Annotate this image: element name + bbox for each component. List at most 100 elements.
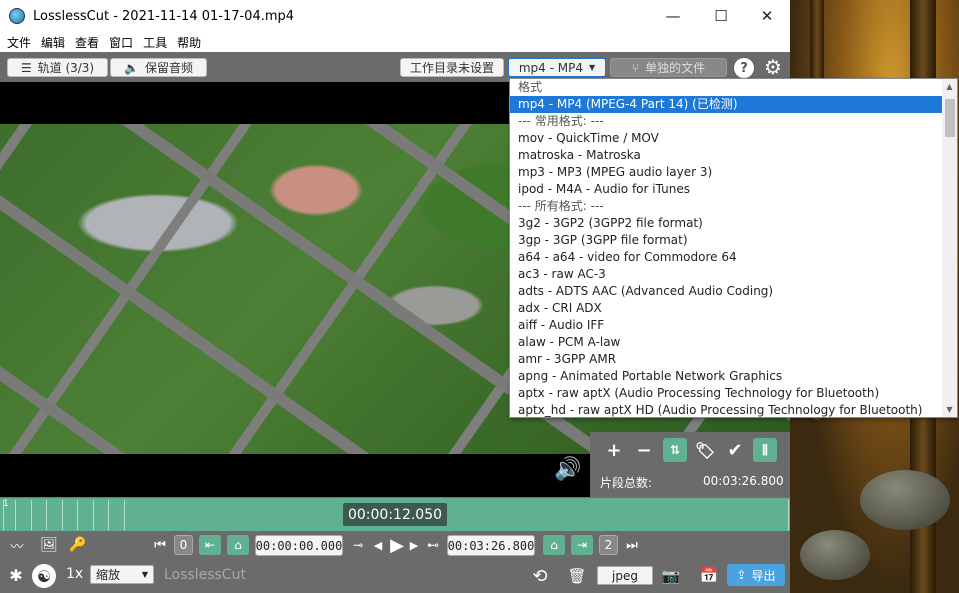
trash-icon[interactable]: 🗑: [567, 565, 587, 587]
format-option[interactable]: a64 - a64 - video for Commodore 64: [510, 249, 943, 266]
timeline-tick: [3, 500, 4, 530]
menu-edit[interactable]: 编辑: [41, 34, 65, 51]
set-cut-start-icon[interactable]: ⌂: [227, 535, 249, 555]
scroll-up-icon[interactable]: ▲: [942, 79, 957, 94]
window-title: LosslessCut - 2021-11-14 01-17-04.mp4: [33, 8, 295, 24]
speaker-icon: 🔈: [124, 60, 139, 75]
segment-start-number[interactable]: 0: [174, 535, 193, 555]
cut-end-time-input[interactable]: 00:03:26.800: [447, 535, 535, 556]
format-option[interactable]: adts - ADTS AAC (Advanced Audio Coding): [510, 283, 943, 300]
separate-files-button[interactable]: ⑂ 单独的文件: [610, 58, 727, 77]
tracks-button[interactable]: ☰ 轨道 (3/3): [7, 58, 108, 77]
set-cut-end-icon[interactable]: ⌂: [543, 535, 565, 555]
segments-total-label: 片段总数:: [600, 476, 653, 490]
checkmark-icon[interactable]: ✔: [723, 438, 747, 462]
format-option[interactable]: ac3 - raw AC-3: [510, 266, 943, 283]
menu-view[interactable]: 查看: [75, 34, 99, 51]
format-option[interactable]: alaw - PCM A-law: [510, 334, 943, 351]
rock: [860, 470, 950, 530]
format-option[interactable]: adx - CRI ADX: [510, 300, 943, 317]
person-icon[interactable]: ✱: [5, 564, 27, 586]
image-icon[interactable]: 🖼: [38, 535, 60, 555]
format-option[interactable]: apng - Animated Portable Network Graphic…: [510, 368, 943, 385]
segment-end-number[interactable]: 2: [599, 535, 618, 555]
tracks-label: 轨道 (3/3): [37, 61, 95, 75]
tag-icon[interactable]: 🏷: [693, 438, 717, 462]
calendar-icon[interactable]: 📅: [698, 564, 720, 586]
format-option[interactable]: aptx - raw aptX (Audio Processing Techno…: [510, 385, 943, 402]
segments-total-value: 00:03:26.800: [703, 474, 784, 488]
rotate-icon[interactable]: ⟲: [528, 564, 552, 588]
camera-icon[interactable]: 📷: [660, 565, 682, 587]
format-option[interactable]: amr - 3GPP AMR: [510, 351, 943, 368]
format-option[interactable]: matroska - Matroska: [510, 147, 943, 164]
zoom-select[interactable]: 缩放 ▼: [90, 565, 154, 584]
rock: [800, 530, 870, 580]
gear-icon[interactable]: ⚙: [762, 55, 784, 79]
add-segment-icon[interactable]: +: [602, 438, 626, 462]
timeline-tick: [77, 500, 78, 530]
menu-help[interactable]: 帮助: [177, 34, 201, 51]
format-group-header: --- 常用格式: ---: [518, 114, 604, 128]
step-forward-icon[interactable]: ▶: [408, 535, 420, 555]
merge-segments-icon[interactable]: ⫼: [753, 438, 777, 462]
volume-icon[interactable]: 🔊: [552, 455, 584, 483]
jump-cut-start-icon[interactable]: ⇤: [199, 535, 221, 555]
chevron-down-icon: ▼: [588, 63, 596, 72]
yin-yang-icon[interactable]: ☯: [32, 564, 56, 588]
format-option[interactable]: mov - QuickTime / MOV: [510, 130, 943, 147]
menu-file[interactable]: 文件: [7, 34, 31, 51]
format-option[interactable]: aptx_hd - raw aptX HD (Audio Processing …: [510, 402, 943, 417]
cut-start-time-input[interactable]: 00:00:00.000: [255, 535, 343, 556]
maximize-button[interactable]: ☐: [698, 0, 744, 32]
export-button[interactable]: ⇪ 导出: [727, 564, 785, 586]
menu-window[interactable]: 窗口: [109, 34, 133, 51]
menu-tools[interactable]: 工具: [143, 34, 167, 51]
step-back-icon[interactable]: ◀: [372, 535, 384, 555]
timeline-tick: [108, 500, 109, 530]
timeline-tick: [46, 500, 47, 530]
key-end-icon[interactable]: ⊷: [423, 535, 443, 555]
playback-controls: 〰 🖼 🔑 ⏮ 0 ⇤ ⌂ 00:00:00.000 ⊸ ◀ ▶ ▶ ⊷ 00:…: [0, 531, 790, 559]
format-option[interactable]: aiff - Audio IFF: [510, 317, 943, 334]
close-button[interactable]: ✕: [744, 0, 790, 32]
waveform-icon[interactable]: 〰: [6, 535, 28, 555]
play-icon[interactable]: ▶: [387, 534, 407, 556]
format-dropdown-list[interactable]: 格式 mp4 - MP4 (MPEG-4 Part 14) (已检测) --- 常用…: [509, 78, 958, 418]
format-select[interactable]: mp4 - MP4 ▼: [508, 58, 606, 77]
app-logo-icon: [9, 8, 25, 24]
scroll-down-icon[interactable]: ▼: [942, 402, 957, 417]
jump-end-icon[interactable]: ⏭: [624, 535, 640, 555]
speed-label[interactable]: 1x: [66, 566, 83, 582]
jump-start-icon[interactable]: ⏮: [152, 535, 168, 555]
keep-audio-label: 保留音频: [144, 61, 193, 75]
format-option[interactable]: mp4 - MP4 (MPEG-4 Part 14) (已检测): [510, 96, 943, 113]
separate-files-label: 单独的文件: [645, 61, 706, 75]
timeline-tick: [124, 500, 125, 530]
segment-panel: + − ⇅ 🏷 ✔ ⫼ 片段总数: 00:03:26.800: [590, 432, 790, 497]
format-option[interactable]: mp3 - MP3 (MPEG audio layer 3): [510, 164, 943, 181]
export-label: 导出: [751, 568, 776, 583]
working-dir-button[interactable]: 工作目录未设置: [400, 58, 504, 77]
format-option[interactable]: ipod - M4A - Audio for iTunes: [510, 181, 943, 198]
key-start-icon[interactable]: ⊸: [348, 535, 368, 555]
format-group-header: --- 所有格式: ---: [518, 199, 604, 213]
export-icon: ⇪: [736, 568, 747, 582]
format-option[interactable]: 3g2 - 3GP2 (3GPP2 file format): [510, 215, 943, 232]
app-name-label: LosslessCut: [164, 567, 246, 583]
format-option[interactable]: 3gp - 3GP (3GPP file format): [510, 232, 943, 249]
scrollbar-thumb[interactable]: [945, 99, 955, 137]
remove-segment-icon[interactable]: −: [632, 438, 656, 462]
timeline-tick: [31, 500, 32, 530]
timeline-tick: [62, 500, 63, 530]
dropdown-scrollbar[interactable]: ▲ ▼: [942, 79, 957, 417]
help-icon[interactable]: ?: [734, 58, 754, 78]
sort-segments-icon[interactable]: ⇅: [663, 438, 687, 462]
list-icon: ☰: [20, 60, 32, 75]
keep-audio-button[interactable]: 🔈 保留音频: [110, 58, 207, 77]
minimize-button[interactable]: —: [650, 0, 696, 32]
jump-cut-end-icon[interactable]: ⇥: [571, 535, 593, 555]
key-icon[interactable]: 🔑: [67, 535, 89, 555]
capture-format-select[interactable]: jpeg: [597, 566, 653, 585]
menu-bar: 文件 编辑 查看 窗口 工具 帮助: [0, 32, 790, 52]
